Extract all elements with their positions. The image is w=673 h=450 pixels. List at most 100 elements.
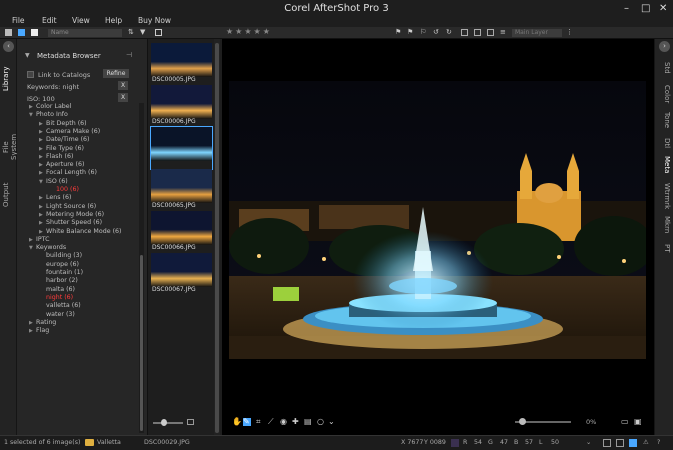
flag-reject-icon[interactable]: ⚑ xyxy=(407,28,414,36)
tab-meta[interactable]: Meta xyxy=(658,155,671,175)
tree-item[interactable]: ▶ Rating xyxy=(29,319,56,326)
minimize-icon[interactable]: – xyxy=(624,3,629,14)
tab-dtl[interactable]: Dtl xyxy=(658,135,671,151)
clipping-icon[interactable] xyxy=(603,439,611,447)
menu-edit[interactable]: Edit xyxy=(42,16,57,25)
tool-options-icon[interactable]: ⌄ xyxy=(328,418,336,426)
maximize-icon[interactable]: □ xyxy=(641,3,650,14)
tree-item[interactable]: fountain (1) xyxy=(39,269,83,276)
clone-tool-icon[interactable]: ▤ xyxy=(304,418,312,426)
tab-std[interactable]: Std xyxy=(658,59,671,77)
zoom-slider[interactable] xyxy=(515,418,571,425)
collapsed-arrow-icon[interactable]: ▶ xyxy=(39,154,46,160)
collapsed-arrow-icon[interactable]: ▶ xyxy=(39,129,46,135)
tree-item[interactable]: malta (6) xyxy=(39,286,75,293)
tree-item[interactable]: ▶ Metering Mode (6) xyxy=(39,211,104,218)
tree-item[interactable]: night (6) xyxy=(39,294,73,301)
rotate-right-icon[interactable]: ↻ xyxy=(446,28,453,36)
flag-clear-icon[interactable]: ⚐ xyxy=(420,28,427,36)
straighten-tool-icon[interactable]: ⟋ xyxy=(268,418,276,426)
tab-file-system[interactable]: File System xyxy=(2,127,18,167)
warning-icon[interactable]: ⚠ xyxy=(643,439,649,446)
tab-output[interactable]: Output xyxy=(2,177,15,213)
tab-color[interactable]: Color xyxy=(658,83,671,105)
histogram-icon[interactable] xyxy=(616,439,624,447)
tree-item[interactable]: ▼ Keywords xyxy=(29,244,66,251)
collapsed-arrow-icon[interactable]: ▶ xyxy=(39,162,46,168)
clear-iso-button[interactable]: X xyxy=(118,93,128,102)
collapsed-arrow-icon[interactable]: ▶ xyxy=(39,170,46,176)
menu-help[interactable]: Help xyxy=(105,16,122,25)
layers-icon[interactable] xyxy=(461,29,468,36)
rating-stars-icon[interactable]: ★★★★★ xyxy=(226,27,272,36)
tree-item[interactable]: ▶ Flash (6) xyxy=(39,153,73,160)
layer-menu-icon[interactable]: ⋮ xyxy=(566,28,573,36)
tree-item[interactable]: ▶ Lens (6) xyxy=(39,194,71,201)
collapsed-arrow-icon[interactable]: ▶ xyxy=(39,229,46,235)
compare-icon[interactable] xyxy=(155,29,162,36)
tab-tone[interactable]: Tone xyxy=(658,109,671,131)
filter-icon[interactable]: ▼ xyxy=(140,28,147,36)
thumbnail-size-icon[interactable] xyxy=(187,419,194,425)
thumbnail-item[interactable]: DSC00005.JPG xyxy=(151,43,212,85)
panel-scrollbar-thumb[interactable] xyxy=(140,255,143,431)
pin-icon[interactable]: ⊣ xyxy=(126,51,132,59)
tree-item[interactable]: ▶ Flag xyxy=(29,327,49,334)
expanded-arrow-icon[interactable]: ▼ xyxy=(29,112,36,118)
tab-pt[interactable]: PT xyxy=(658,241,671,255)
layer-list-icon[interactable]: ≡ xyxy=(500,28,507,36)
tree-item[interactable]: 100 (6) xyxy=(49,186,79,193)
redeye-tool-icon[interactable]: ◉ xyxy=(280,418,288,426)
refine-button[interactable]: Refine xyxy=(103,69,129,78)
layer-select[interactable]: Main Layer xyxy=(512,29,562,37)
collapse-right-icon[interactable]: › xyxy=(659,41,670,52)
collapsed-arrow-icon[interactable]: ▶ xyxy=(39,137,46,143)
add-layer-icon[interactable] xyxy=(474,29,481,36)
thumbnail-size-slider[interactable] xyxy=(153,419,183,426)
sort-direction-icon[interactable]: ⇅ xyxy=(128,28,135,36)
collapsed-arrow-icon[interactable]: ▶ xyxy=(29,320,36,326)
collapsed-arrow-icon[interactable]: ▶ xyxy=(39,146,46,152)
remove-layer-icon[interactable] xyxy=(487,29,494,36)
collapsed-arrow-icon[interactable]: ▶ xyxy=(39,220,46,226)
expanded-arrow-icon[interactable]: ▼ xyxy=(29,245,36,251)
help-icon[interactable]: ? xyxy=(657,439,660,446)
tree-item[interactable]: ▶ IPTC xyxy=(29,236,50,243)
tree-item[interactable]: valletta (6) xyxy=(39,302,81,309)
tree-item[interactable]: ▼ ISO (6) xyxy=(39,178,68,185)
mode-dropdown-icon[interactable]: ⌄ xyxy=(586,439,591,446)
thumbnail-item[interactable]: DSC00067.JPG xyxy=(151,253,212,295)
expanded-arrow-icon[interactable]: ▼ xyxy=(39,179,46,185)
collapsed-arrow-icon[interactable]: ▶ xyxy=(39,121,46,127)
crop-tool-icon[interactable]: ⌗ xyxy=(256,418,264,426)
collapsed-arrow-icon[interactable]: ▶ xyxy=(29,237,36,243)
link-catalogs-checkbox[interactable] xyxy=(27,71,34,78)
tree-item[interactable]: ▶ Focal Length (6) xyxy=(39,169,97,176)
thumbnail-item[interactable] xyxy=(150,126,213,170)
full-view-icon[interactable] xyxy=(31,29,38,36)
tree-item[interactable]: ▶ File Type (6) xyxy=(39,145,84,152)
tree-item[interactable]: water (3) xyxy=(39,311,75,318)
collapsed-arrow-icon[interactable]: ▶ xyxy=(39,212,46,218)
heal-tool-icon[interactable]: ✚ xyxy=(292,418,300,426)
thumbnail-scrollbar-thumb[interactable] xyxy=(215,43,219,433)
tree-item[interactable]: ▶ Shutter Speed (6) xyxy=(39,219,102,226)
menu-buy-now[interactable]: Buy Now xyxy=(138,16,171,25)
tab-library[interactable]: Library xyxy=(2,59,15,99)
tree-item[interactable]: ▶ White Balance Mode (6) xyxy=(39,228,122,235)
tree-item[interactable]: europe (6) xyxy=(39,261,79,268)
close-icon[interactable]: ✕ xyxy=(659,3,667,14)
collapsed-arrow-icon[interactable]: ▶ xyxy=(29,104,36,110)
tree-item[interactable]: ▼ Photo Info xyxy=(29,111,68,118)
tree-item[interactable]: ▶ Bit Depth (6) xyxy=(39,120,87,127)
tree-item[interactable]: ▶ Camera Make (6) xyxy=(39,128,100,135)
tree-item[interactable]: ▶ Aperture (6) xyxy=(39,161,84,168)
panel-scrollbar[interactable] xyxy=(139,103,144,433)
main-photo[interactable] xyxy=(229,81,646,359)
grid-view-icon[interactable] xyxy=(5,29,12,36)
menu-file[interactable]: File xyxy=(12,16,25,25)
tab-watermark[interactable]: Wtrmrk xyxy=(658,181,671,211)
tab-mkrn[interactable]: Mkrn xyxy=(658,215,671,235)
thumbnail-size-knob[interactable] xyxy=(161,419,167,426)
rotate-left-icon[interactable]: ↺ xyxy=(433,28,440,36)
